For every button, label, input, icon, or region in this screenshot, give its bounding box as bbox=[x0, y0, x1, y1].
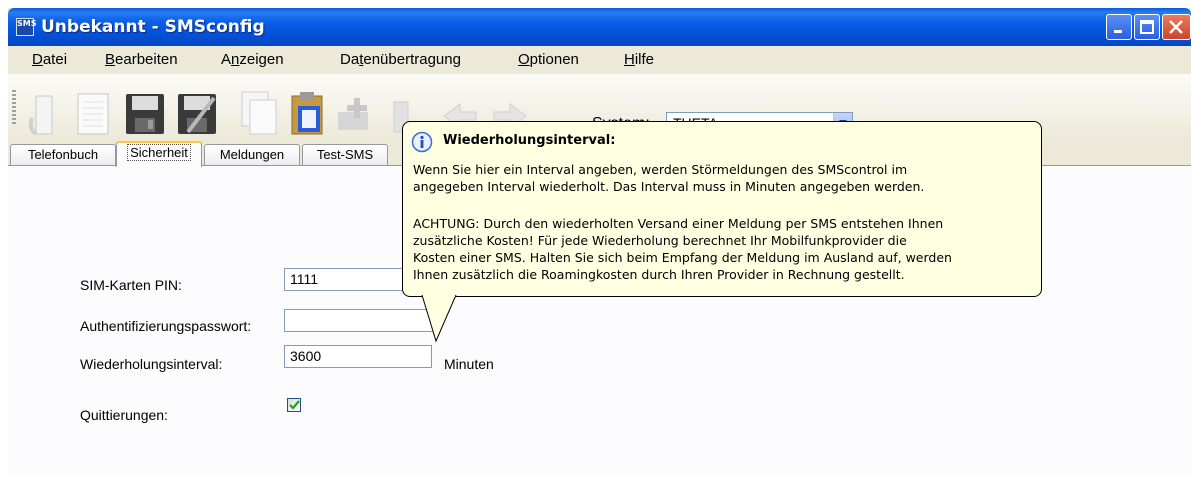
balloon-paragraph-warning: ACHTUNG: Durch den wiederholten Versand … bbox=[413, 216, 952, 282]
menu-datenuebertragung[interactable]: Datenübertragung bbox=[340, 50, 461, 70]
interval-label: Wiederholungsinterval: bbox=[80, 356, 223, 372]
balloon-tail bbox=[421, 295, 457, 343]
menu-bar: Datei Bearbeiten Anzeigen Datenübertragu… bbox=[8, 46, 1191, 74]
copy-icon[interactable] bbox=[236, 88, 282, 138]
menu-optionen[interactable]: Optionen bbox=[518, 50, 579, 70]
title-bar[interactable]: SMS Unbekannt - SMSconfig bbox=[8, 8, 1191, 46]
tab-meldungen[interactable]: Meldungen bbox=[204, 144, 300, 166]
tab-sicherheit[interactable]: Sicherheit bbox=[116, 141, 202, 167]
maximize-icon bbox=[1140, 20, 1154, 34]
minimize-button[interactable] bbox=[1106, 14, 1132, 40]
menu-hilfe[interactable]: Hilfe bbox=[624, 50, 654, 70]
save-as-icon[interactable] bbox=[174, 88, 220, 138]
balloon-paragraph-info: Wenn Sie hier ein Interval angeben, werd… bbox=[413, 162, 925, 194]
maximize-button[interactable] bbox=[1134, 14, 1160, 40]
add-icon[interactable] bbox=[332, 88, 378, 138]
info-icon bbox=[411, 131, 433, 153]
tab-telefonbuch[interactable]: Telefonbuch bbox=[10, 144, 116, 166]
balloon-tooltip: Wiederholungsinterval: Wenn Sie hier ein… bbox=[402, 121, 1042, 297]
tab-test-sms[interactable]: Test-SMS bbox=[302, 144, 388, 166]
new-document-icon[interactable] bbox=[70, 88, 116, 138]
interval-input[interactable]: 3600 bbox=[284, 345, 432, 368]
menu-anzeigen[interactable]: Anzeigen bbox=[221, 50, 284, 70]
toolbar-grip[interactable] bbox=[12, 90, 16, 126]
pin-label: SIM-Karten PIN: bbox=[80, 277, 182, 293]
balloon-title: Wiederholungsinterval: bbox=[443, 133, 616, 148]
close-button[interactable] bbox=[1162, 14, 1191, 40]
auth-password-input[interactable] bbox=[284, 309, 434, 332]
save-icon[interactable] bbox=[122, 88, 168, 138]
interval-unit: Minuten bbox=[444, 356, 494, 372]
checkmark-icon bbox=[289, 400, 300, 410]
paste-icon[interactable] bbox=[284, 88, 330, 138]
menu-bearbeiten[interactable]: Bearbeiten bbox=[105, 50, 178, 70]
open-icon[interactable] bbox=[22, 88, 68, 138]
app-window: SMS Unbekannt - SMSconfig Datei Bearbeit… bbox=[8, 8, 1191, 477]
close-icon bbox=[1169, 20, 1183, 34]
minimize-icon bbox=[1114, 30, 1122, 33]
auth-password-label: Authentifizierungspasswort: bbox=[80, 318, 252, 334]
menu-datei[interactable]: Datei bbox=[32, 50, 67, 70]
window-title: Unbekannt - SMSconfig bbox=[41, 17, 265, 37]
acknowledgement-label: Quittierungen: bbox=[80, 407, 168, 423]
app-icon[interactable]: SMS bbox=[16, 18, 36, 36]
acknowledgement-checkbox[interactable] bbox=[287, 398, 301, 412]
